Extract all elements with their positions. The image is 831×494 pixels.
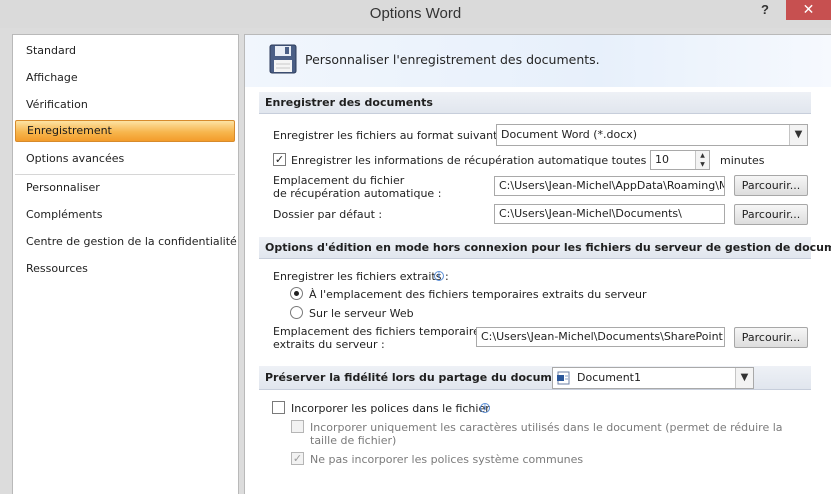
page-title: Personnaliser l'enregistrement des docum… xyxy=(305,52,600,67)
embed-fonts-checkbox[interactable] xyxy=(272,401,285,414)
section-header-save: Enregistrer des documents xyxy=(259,92,811,114)
no-common-fonts-checkbox[interactable]: ✓ xyxy=(291,452,304,465)
sidebar-item-options-avancees[interactable]: Options avancées xyxy=(15,148,235,170)
temp-location-label-line1: Emplacement des fichiers temporaires xyxy=(273,325,486,338)
embed-used-chars-label: Incorporer uniquement les caractères uti… xyxy=(310,421,783,447)
minutes-label: minutes xyxy=(720,154,765,167)
fidelity-header-label: Préserver la fidélité lors du partage du… xyxy=(265,371,581,384)
autorecover-checkbox[interactable]: ✓ xyxy=(273,153,286,166)
minutes-spinner[interactable]: ▲ ▼ xyxy=(695,151,709,169)
spinner-up-icon[interactable]: ▲ xyxy=(696,151,709,160)
default-folder-input[interactable]: C:\Users\Jean-Michel\Documents\ xyxy=(494,204,725,224)
sidebar-item-ressources[interactable]: Ressources xyxy=(15,258,235,280)
no-common-fonts-label: Ne pas incorporer les polices système co… xyxy=(310,453,584,466)
autorecover-minutes-value: 10 xyxy=(655,153,669,166)
sidebar-nav: Standard Affichage Vérification Enregist… xyxy=(12,34,239,494)
recovery-location-input[interactable]: C:\Users\Jean-Michel\AppData\Roaming\Mic… xyxy=(494,176,725,196)
main-panel: Personnaliser l'enregistrement des docum… xyxy=(244,34,831,494)
radio-web-server[interactable] xyxy=(290,306,303,319)
embed-fonts-label: Incorporer les polices dans le fichier xyxy=(291,402,490,415)
save-checked-out-label: Enregistrer les fichiers extraits : xyxy=(273,270,449,283)
save-format-value: Document Word (*.docx) xyxy=(501,128,638,141)
word-document-icon xyxy=(557,371,570,385)
floppy-disk-icon xyxy=(269,44,297,74)
sidebar-item-affichage[interactable]: Affichage xyxy=(15,67,235,89)
chevron-down-icon: ▼ xyxy=(789,125,807,145)
sidebar-item-centre-confidentialite[interactable]: Centre de gestion de la confidentialité xyxy=(15,231,237,253)
save-format-select[interactable]: Document Word (*.docx) ▼ xyxy=(496,124,808,146)
info-icon[interactable]: i xyxy=(480,403,490,413)
window-title: Options Word xyxy=(369,5,462,22)
default-folder-label: Dossier par défaut : xyxy=(273,208,383,221)
recovery-location-browse-button[interactable]: Parcourir... xyxy=(734,175,808,196)
recovery-location-label-line1: Emplacement du fichier xyxy=(273,174,405,187)
close-button[interactable]: ✕ xyxy=(786,0,831,20)
fidelity-document-select[interactable]: Document1 ▼ xyxy=(552,367,754,389)
sidebar-item-standard[interactable]: Standard xyxy=(15,40,235,62)
section-header-offline: Options d'édition en mode hors connexion… xyxy=(259,237,831,259)
sidebar-item-personnaliser[interactable]: Personnaliser xyxy=(15,177,235,199)
options-dialog: Options Word ? ✕ Standard Affichage Véri… xyxy=(0,0,831,494)
embed-used-chars-checkbox[interactable] xyxy=(291,420,304,433)
info-icon[interactable]: i xyxy=(434,271,444,281)
temp-location-browse-button[interactable]: Parcourir... xyxy=(734,327,808,348)
page-banner: Personnaliser l'enregistrement des docum… xyxy=(245,35,831,87)
radio-temp-location[interactable] xyxy=(290,287,303,300)
title-bar[interactable]: Options Word ? ✕ xyxy=(0,0,831,28)
sidebar-item-enregistrement[interactable]: Enregistrement xyxy=(15,120,235,142)
temp-location-label-line2: extraits du serveur : xyxy=(273,338,385,351)
sidebar-item-complements[interactable]: Compléments xyxy=(15,204,235,226)
sidebar-item-verification[interactable]: Vérification xyxy=(15,94,235,116)
save-format-label: Enregistrer les fichiers au format suiva… xyxy=(273,129,505,142)
radio-temp-location-label: À l'emplacement des fichiers temporaires… xyxy=(309,288,647,301)
autorecover-minutes-input[interactable]: 10 ▲ ▼ xyxy=(650,150,710,170)
spinner-down-icon[interactable]: ▼ xyxy=(696,160,709,169)
temp-location-input[interactable]: C:\Users\Jean-Michel\Documents\SharePoin… xyxy=(476,327,725,347)
chevron-down-icon: ▼ xyxy=(735,368,753,388)
radio-web-server-label: Sur le serveur Web xyxy=(309,307,414,320)
sidebar-divider xyxy=(15,174,235,175)
recovery-location-label-line2: de récupération automatique : xyxy=(273,187,442,200)
default-folder-browse-button[interactable]: Parcourir... xyxy=(734,204,808,225)
fidelity-document-value: Document1 xyxy=(577,371,641,384)
close-icon: ✕ xyxy=(802,2,815,18)
help-button[interactable]: ? xyxy=(754,1,776,19)
autorecover-label: Enregistrer les informations de récupéra… xyxy=(291,154,666,167)
